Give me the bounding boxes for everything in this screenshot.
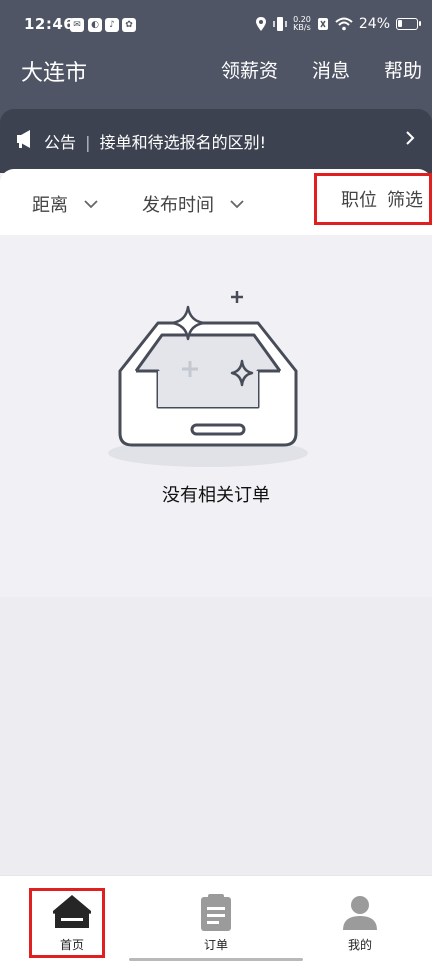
nav-link-salary[interactable]: 领薪资 — [221, 56, 278, 83]
status-time: 12:46 — [24, 15, 75, 33]
tab-orders-label: 订单 — [203, 938, 228, 952]
profile-icon — [343, 896, 377, 930]
battery-level — [398, 20, 402, 27]
chevron-right-icon — [406, 131, 415, 145]
screen-filter[interactable]: 筛选 — [387, 186, 423, 212]
home-indicator[interactable] — [129, 958, 303, 961]
announcement-separator: | — [85, 133, 91, 152]
app-notification-icon: ◐ — [88, 18, 102, 32]
filter-bar: 距离 发布时间 职位 筛选 — [0, 169, 432, 235]
battery-icon — [396, 18, 421, 30]
app-notification-icon: ✿ — [122, 18, 136, 32]
wifi-icon — [335, 17, 353, 31]
battery-percent: 24% — [358, 16, 390, 32]
announcement-banner[interactable]: 公告 | 接单和待选报名的区别! — [0, 109, 432, 173]
order-list-area: 没有相关订单 — [0, 235, 432, 597]
network-speed: 0.20 KB/s — [293, 15, 311, 32]
position-screen-highlight: 职位 筛选 — [314, 173, 432, 225]
top-nav: 大连市 领薪资 消息 帮助 — [0, 50, 432, 90]
distance-filter[interactable]: 距离 — [32, 191, 98, 217]
location-icon — [256, 17, 267, 31]
announcement-label: 公告 — [44, 133, 77, 152]
tiktok-notification-icon: ♪ — [105, 18, 119, 32]
nav-link-help[interactable]: 帮助 — [384, 56, 422, 83]
announcement-message: 接单和待选报名的区别! — [99, 133, 267, 152]
home-tab-highlight — [29, 888, 105, 958]
nav-links: 领薪资 消息 帮助 — [221, 56, 422, 83]
tab-orders[interactable]: 订单 — [144, 876, 288, 965]
publish-time-filter[interactable]: 发布时间 — [142, 191, 244, 217]
empty-state-text: 没有相关订单 — [162, 485, 270, 506]
content-background — [0, 597, 432, 875]
chevron-down-icon — [84, 200, 98, 209]
tab-profile[interactable]: 我的 — [288, 876, 432, 965]
bottom-tab-bar: 首页 订单 我的 — [0, 875, 432, 965]
nav-link-messages[interactable]: 消息 — [312, 56, 350, 83]
tab-profile-label: 我的 — [347, 938, 372, 952]
status-indicators: 0.20 KB/s 24% — [255, 14, 421, 34]
message-notification-icon: ✉ — [70, 18, 84, 32]
vibrate-icon — [273, 17, 287, 31]
announcement-text: 公告 | 接单和待选报名的区别! — [44, 129, 266, 153]
chevron-down-icon — [230, 200, 244, 209]
status-bar: 12:46 ✉ ◐ ♪ ✿ 0.20 KB/s 24% — [0, 0, 432, 50]
sim-icon — [317, 18, 328, 30]
tab-home[interactable]: 首页 — [0, 876, 144, 965]
publish-time-filter-label: 发布时间 — [142, 195, 214, 216]
empty-box-illustration — [108, 291, 308, 467]
megaphone-icon — [17, 130, 30, 148]
city-selector[interactable]: 大连市 — [21, 55, 87, 87]
orders-icon — [201, 894, 231, 931]
distance-filter-label: 距离 — [32, 195, 68, 216]
position-filter[interactable]: 职位 — [341, 186, 377, 212]
